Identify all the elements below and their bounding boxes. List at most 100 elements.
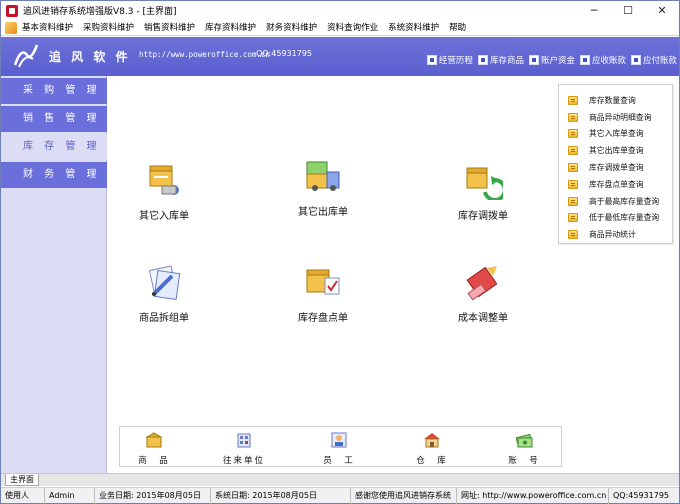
folder-icon: [568, 95, 578, 105]
money-icon: [515, 433, 533, 448]
receivables-icon: [579, 55, 590, 65]
status-qq: QQ:45931795: [613, 491, 670, 500]
query-goods-movement-stats[interactable]: 商品异动统计: [559, 226, 672, 243]
sidebar-item-finance[interactable]: 财 务 管 理: [1, 162, 107, 188]
query-panel: 库存数量查询 商品异动明细查询 其它入库单查询 其它出库单查询 库存调拨单查询 …: [558, 84, 673, 244]
query-above-max-stock[interactable]: 高于最高库存量查询: [559, 193, 672, 210]
header-qq: QQ:45931795: [256, 49, 313, 58]
stock-out-icon: [306, 161, 340, 191]
funds-icon: [528, 55, 539, 65]
maximize-button[interactable]: ☐: [611, 1, 645, 20]
tile-label: 成本调整单: [458, 313, 508, 324]
menu-system[interactable]: 系统资料维护: [383, 20, 444, 36]
toolbar-account[interactable]: 账 号: [494, 431, 554, 466]
query-label: 库存盘点单查询: [589, 179, 644, 189]
toolbar-label: 员 工: [323, 456, 355, 466]
header-banner: 追 风 软 件 http://www.poweroffice.com.cn QQ…: [1, 37, 679, 76]
query-label: 库存调拨单查询: [589, 163, 644, 173]
query-below-min-stock[interactable]: 低于最低库存量查询: [559, 210, 672, 227]
payables-icon: [630, 55, 641, 65]
query-other-stock-out[interactable]: 其它出库单查询: [559, 142, 672, 159]
quick-toolbar: 商 品 往来单位 员 工 仓 库 账 号: [119, 426, 562, 467]
link-receivables[interactable]: 应收账款: [579, 54, 626, 66]
folder-icon: [568, 112, 578, 122]
tile-stock-transfer[interactable]: 库存调拨单: [438, 162, 528, 222]
tile-label: 其它入库单: [139, 211, 189, 222]
status-user-label: 使用人: [1, 488, 45, 504]
link-label: 库存商品: [489, 56, 524, 66]
sidebar-item-purchase[interactable]: 采 购 管 理: [1, 78, 107, 104]
logo-text: 追 风 软 件: [49, 50, 131, 64]
toolbar-contacts[interactable]: 往来单位: [214, 431, 274, 466]
window-controls: ─ ☐ ✕: [577, 1, 679, 20]
menu-query[interactable]: 资料查询作业: [322, 20, 383, 36]
tile-inventory-check[interactable]: 库存盘点单: [278, 264, 368, 324]
tile-label: 其它出库单: [298, 207, 348, 218]
folder-icon: [568, 213, 578, 223]
employee-icon: [331, 432, 347, 448]
tile-label: 库存调拨单: [458, 211, 508, 222]
query-label: 商品异动明细查询: [589, 112, 652, 122]
link-label: 应收账款: [591, 56, 626, 66]
menu-finance-data[interactable]: 财务资料维护: [261, 20, 322, 36]
header-links: 经营历程 库存商品 账户资金 应收账款 应付账款: [426, 54, 677, 66]
status-business-date: 业务日期: 2015年08月05日: [95, 488, 211, 504]
tab-strip: 主界面: [1, 473, 679, 486]
toolbar-label: 仓 库: [416, 456, 448, 466]
tile-label: 商品拆组单: [139, 313, 189, 324]
query-stock-quantity[interactable]: 库存数量查询: [559, 92, 672, 109]
tile-label: 库存盘点单: [298, 313, 348, 324]
toolbar-label: 往来单位: [222, 456, 265, 466]
minimize-button[interactable]: ─: [577, 1, 611, 20]
folder-icon: [568, 163, 578, 173]
folder-icon: [568, 196, 578, 206]
close-button[interactable]: ✕: [645, 1, 679, 20]
sidebar-item-sales[interactable]: 销 售 管 理: [1, 106, 107, 132]
toolbar-label: 账 号: [508, 456, 540, 466]
query-other-stock-in[interactable]: 其它入库单查询: [559, 126, 672, 143]
tile-other-stock-out[interactable]: 其它出库单: [278, 158, 368, 218]
inventory-check-icon: [306, 269, 340, 295]
title-bar: 追风进销存系统增强版V8.3 - [主界面] ─ ☐ ✕: [1, 1, 679, 20]
query-label: 其它出库单查询: [589, 146, 644, 156]
toolbar-goods[interactable]: 商 品: [124, 431, 184, 466]
sidebar-item-inventory[interactable]: 库 存 管 理: [1, 134, 107, 160]
link-stock-goods[interactable]: 库存商品: [477, 54, 524, 66]
toolbar-label: 商 品: [138, 456, 170, 466]
toolbar-employee[interactable]: 员 工: [309, 431, 369, 466]
query-label: 商品异动统计: [589, 230, 636, 240]
menu-bar: 基本资料维护 采购资料维护 销售资料维护 库存资料维护 财务资料维护 资料查询作…: [1, 20, 679, 36]
link-business-history[interactable]: 经营历程: [426, 54, 473, 66]
history-icon: [426, 55, 437, 65]
menu-help[interactable]: 帮助: [444, 20, 471, 36]
status-user: Admin: [45, 488, 95, 504]
link-label: 经营历程: [438, 56, 473, 66]
query-goods-movement-detail[interactable]: 商品异动明细查询: [559, 109, 672, 126]
status-system-date: 系统日期: 2015年08月05日: [211, 488, 351, 504]
menu-purchase-data[interactable]: 采购资料维护: [78, 20, 139, 36]
folder-icon: [568, 146, 578, 156]
tile-goods-assembly[interactable]: 商品拆组单: [119, 264, 209, 324]
sidebar: 采 购 管 理 销 售 管 理 库 存 管 理 财 务 管 理: [1, 76, 107, 473]
tile-cost-adjust[interactable]: 成本调整单: [438, 264, 528, 324]
toolbar-warehouse[interactable]: 仓 库: [402, 431, 462, 466]
company-icon: [237, 433, 251, 448]
goods-box-icon: [145, 432, 163, 448]
folder-icon: [568, 179, 578, 189]
query-label: 低于最低库存量查询: [589, 213, 660, 223]
query-stock-transfer[interactable]: 库存调拨单查询: [559, 159, 672, 176]
link-payables[interactable]: 应付账款: [630, 54, 677, 66]
menu-sales-data[interactable]: 销售资料维护: [139, 20, 200, 36]
menu-basic-data[interactable]: 基本资料维护: [17, 20, 78, 36]
header-url: http://www.poweroffice.com.cn: [139, 50, 270, 59]
link-account-funds[interactable]: 账户资金: [528, 54, 575, 66]
assembly-icon: [148, 265, 181, 300]
query-stock-check[interactable]: 库存盘点单查询: [559, 176, 672, 193]
stock-in-icon: [149, 165, 179, 195]
menu-inventory-data[interactable]: 库存资料维护: [200, 20, 261, 36]
status-website: 网址: http://www.poweroffice.com.cn: [457, 488, 609, 504]
warehouse-icon: [424, 433, 440, 448]
tab-main[interactable]: 主界面: [5, 474, 39, 486]
query-label: 库存数量查询: [589, 95, 636, 105]
tile-other-stock-in[interactable]: 其它入库单: [119, 162, 209, 222]
